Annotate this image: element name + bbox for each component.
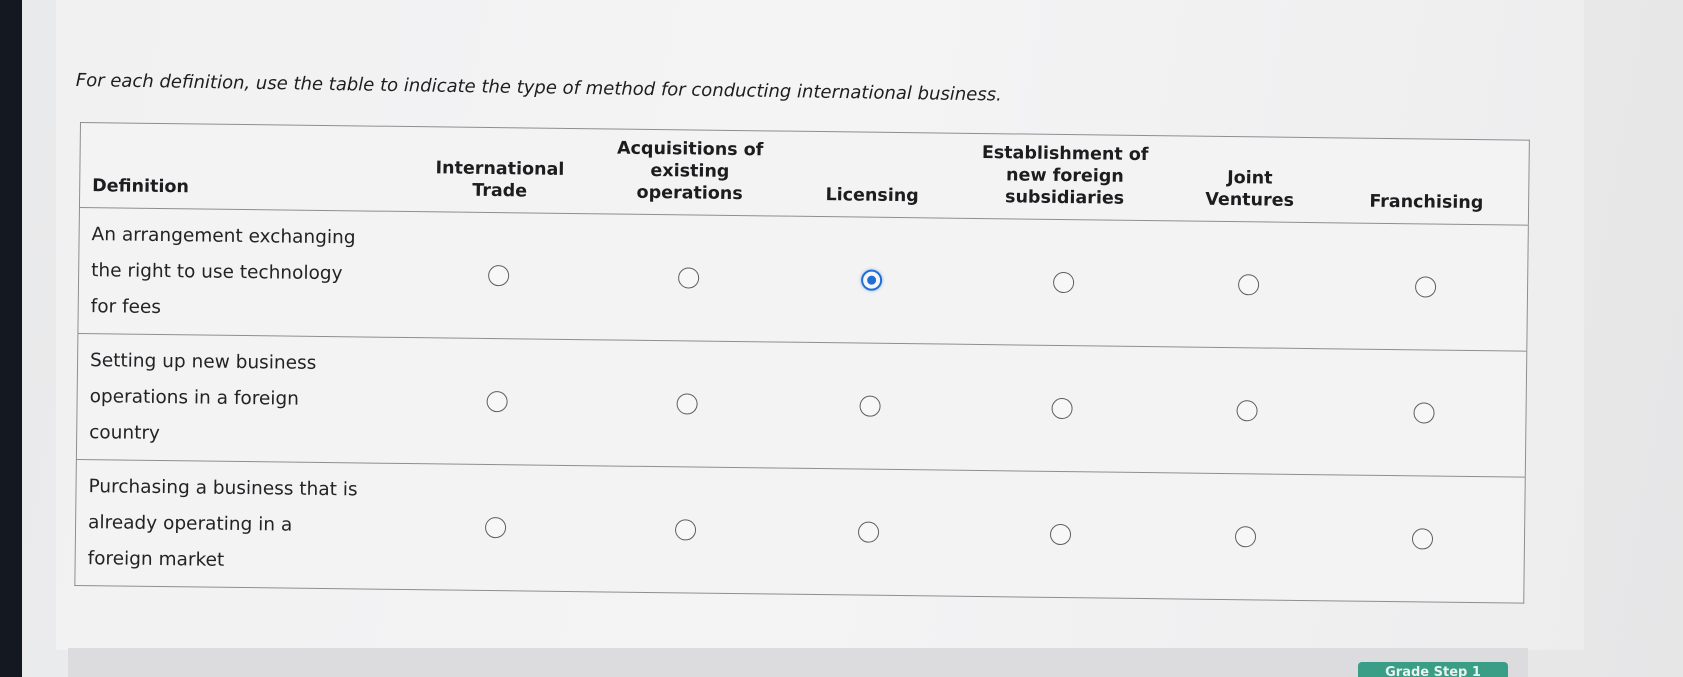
option-cell xyxy=(407,211,590,340)
definition-cell: Setting up new business operations in a … xyxy=(76,333,408,464)
option-cell xyxy=(1172,220,1325,349)
grade-step-button[interactable]: Grade Step 1 xyxy=(1358,662,1508,677)
bottom-toolbar xyxy=(68,648,1528,677)
radio-joint-ventures[interactable] xyxy=(1234,526,1257,548)
column-header-licensing: Licensing xyxy=(789,131,956,219)
option-cell xyxy=(587,213,790,343)
radio-licensing[interactable] xyxy=(858,395,881,417)
option-cell xyxy=(952,218,1175,347)
table-row: Purchasing a business that is already op… xyxy=(75,459,1525,603)
option-cell xyxy=(951,344,1173,473)
radio-acquisitions-of-existing-operations[interactable] xyxy=(676,393,698,415)
radio-licensing[interactable] xyxy=(860,269,882,291)
definition-cell: An arrangement exchanging the right to u… xyxy=(77,207,410,338)
radio-joint-ventures[interactable] xyxy=(1236,400,1258,422)
radio-international-trade[interactable] xyxy=(488,264,510,287)
option-cell xyxy=(406,337,588,466)
classification-table-wrapper: Definition International Trade Acquisiti… xyxy=(74,122,1530,604)
option-cell xyxy=(1321,348,1527,478)
option-cell xyxy=(585,466,787,594)
column-header-acquisitions: Acquisitions of existing operations xyxy=(589,128,791,217)
radio-franchising[interactable] xyxy=(1413,402,1435,424)
radio-franchising[interactable] xyxy=(1411,528,1433,550)
definition-cell: Purchasing a business that is already op… xyxy=(87,475,358,571)
radio-acquisitions-of-existing-operations[interactable] xyxy=(678,267,700,289)
option-cell xyxy=(1322,222,1529,352)
column-header-establishment: Establishment of new foreign subsidiarie… xyxy=(954,133,1176,221)
option-cell xyxy=(786,342,953,471)
radio-international-trade[interactable] xyxy=(486,390,508,413)
classification-table: Definition International Trade Acquisiti… xyxy=(74,122,1530,604)
radio-acquisitions-of-existing-operations[interactable] xyxy=(674,519,697,541)
option-cell xyxy=(785,468,952,596)
option-cell xyxy=(1320,475,1526,603)
option-cell xyxy=(787,216,955,345)
option-cell xyxy=(405,464,587,592)
radio-franchising[interactable] xyxy=(1414,276,1436,298)
radio-licensing[interactable] xyxy=(857,521,879,543)
radio-establishment-of-new-foreign-subsidiaries[interactable] xyxy=(1049,523,1072,546)
table-row: Setting up new business operations in a … xyxy=(76,333,1527,478)
radio-establishment-of-new-foreign-subsidiaries[interactable] xyxy=(1052,271,1075,294)
column-header-definition: Definition xyxy=(79,122,411,212)
column-header-franchising: Franchising xyxy=(1324,137,1530,226)
radio-joint-ventures[interactable] xyxy=(1237,274,1260,296)
radio-establishment-of-new-foreign-subsidiaries[interactable] xyxy=(1051,397,1073,420)
column-header-joint-ventures: Joint Ventures xyxy=(1174,135,1326,223)
option-cell xyxy=(1170,473,1322,601)
column-header-international-trade: International Trade xyxy=(409,126,591,214)
option-cell xyxy=(586,339,788,469)
option-cell xyxy=(1171,346,1323,475)
table-row: An arrangement exchanging the right to u… xyxy=(77,207,1529,352)
radio-international-trade[interactable] xyxy=(484,516,507,539)
option-cell xyxy=(950,470,1172,599)
